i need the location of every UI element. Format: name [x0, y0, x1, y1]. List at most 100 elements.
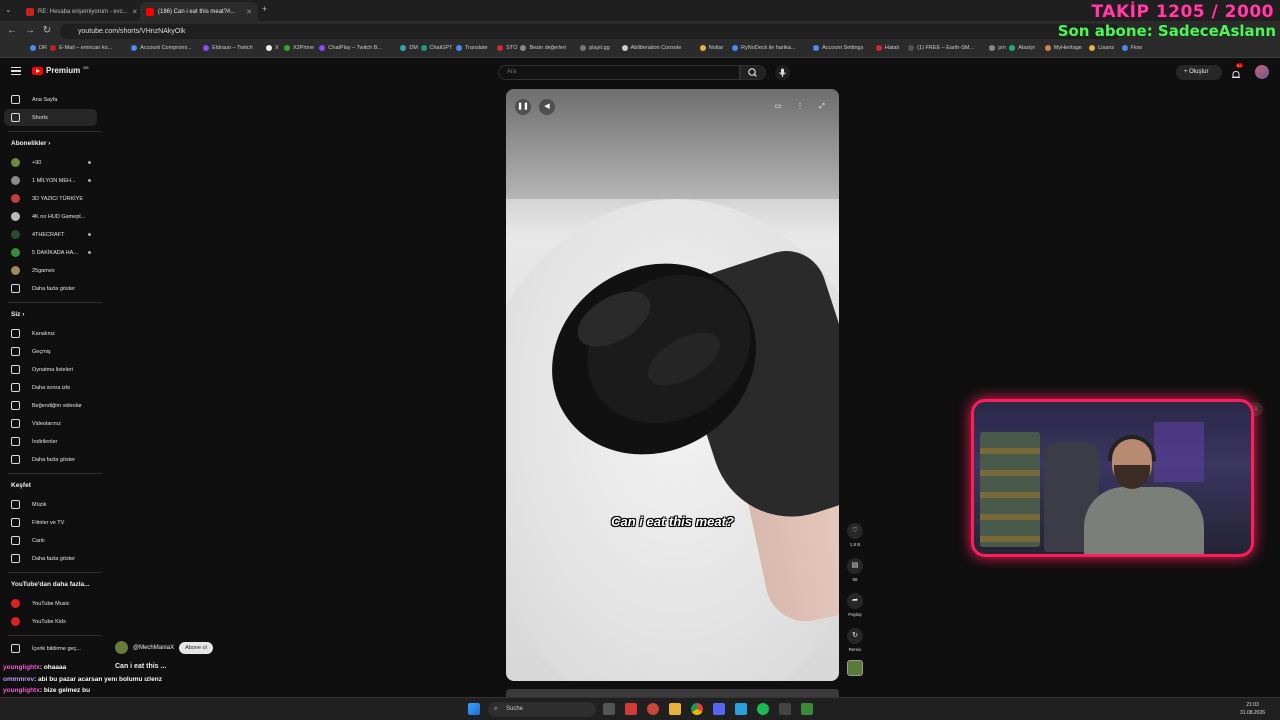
explore-header[interactable]: Keşfet [11, 482, 31, 489]
sidebar-item-download[interactable]: İndirilenler [4, 433, 97, 450]
search-button[interactable] [740, 65, 766, 80]
bookmark-item[interactable]: Alastyr [1009, 45, 1035, 51]
sidebar-item-youtube-music[interactable]: YouTube Music [4, 595, 97, 612]
like-icon[interactable]: ♡ [847, 523, 863, 539]
back-icon[interactable]: ← [6, 25, 18, 37]
youtube-logo[interactable]: Premium DE [32, 65, 89, 75]
sidebar-item-music[interactable]: Müzik [4, 496, 97, 513]
spotify-icon[interactable] [757, 703, 769, 715]
subscription-item[interactable]: 3D YAZICI TÜRKİYE [4, 190, 97, 207]
sidebar-item-watch-later[interactable]: Daha sonra izle [4, 379, 97, 396]
new-tab-icon[interactable]: + [262, 4, 267, 14]
telegram-icon[interactable] [735, 703, 747, 715]
app-icon[interactable] [801, 703, 813, 715]
notifications-bell-icon[interactable]: 9+ [1231, 63, 1243, 78]
bookmark-item[interactable]: (1) FREE – Earth-SM... [908, 45, 974, 51]
sidebar-item-channel[interactable]: Kanalınız [4, 325, 97, 342]
subscription-item[interactable]: 4K no HUD Gamepl... [4, 208, 97, 225]
sidebar-item-report[interactable]: İçerik bildirme geç... [4, 640, 97, 657]
show-more-explore[interactable]: Daha fazla göster [4, 550, 97, 567]
bookmark-item[interactable]: MyHeritage [1044, 45, 1082, 51]
address-bar[interactable]: youtube.com/shorts/VHnzNAkyOlk [60, 24, 1120, 39]
sidebar-item-shorts[interactable]: Shorts [4, 109, 97, 126]
file-explorer-icon[interactable] [669, 703, 681, 715]
search-input[interactable]: Ara [498, 65, 740, 80]
channel-name[interactable]: @MechManiaX [133, 645, 174, 651]
pause-icon[interactable]: ❚❚ [515, 99, 531, 115]
bookmark-item[interactable]: Lisans [1089, 45, 1114, 51]
sidebar-item-your-videos[interactable]: Videolarınız [4, 415, 97, 432]
forward-icon[interactable]: → [24, 25, 36, 37]
subscriptions-header[interactable]: Abonelikler › [11, 140, 50, 147]
show-more-you[interactable]: Daha fazla göster [4, 451, 97, 468]
system-clock[interactable]: 21:03 31.08.2026 [1240, 701, 1265, 717]
close-icon[interactable]: ✕ [132, 8, 138, 16]
voice-search-button[interactable] [775, 65, 790, 80]
bookmark-item[interactable]: playit.gg [580, 45, 610, 51]
avatar[interactable] [1255, 65, 1269, 79]
more-vert-icon[interactable]: ⋮ [792, 99, 808, 115]
bookmark-item[interactable]: Flow [1121, 45, 1142, 51]
app-icon[interactable] [647, 703, 659, 715]
bookmark-item[interactable]: pm [989, 45, 1006, 51]
bookmark-item[interactable]: Notlar [699, 45, 723, 51]
fullscreen-icon[interactable]: ⤢ [814, 99, 830, 115]
browser-tab-2[interactable]: (186) Can i eat this meat?#... ✕ [140, 2, 258, 21]
sidebar-item-home[interactable]: Ana Sayfa [4, 91, 97, 108]
channel-avatar[interactable] [115, 641, 128, 654]
bookmark-item[interactable]: Account Settings [813, 45, 863, 51]
app-icon[interactable] [779, 703, 791, 715]
subscription-item[interactable]: +90 [4, 154, 97, 171]
bookmark-item[interactable]: Account Compromi... [131, 45, 192, 51]
sidebar-item-youtube-kids[interactable]: YouTube Kids [4, 613, 97, 630]
share-icon[interactable]: ➦ [847, 593, 863, 609]
shorts-video-player[interactable]: Can i eat this meat? ❚❚ ◀ ▭ ⋮ ⤢ [506, 89, 839, 681]
sidebar-item-movies[interactable]: Filmler ve TV [4, 514, 97, 531]
create-button[interactable]: + Oluştur [1176, 65, 1222, 80]
bookmark-item[interactable]: X2Prime [283, 45, 314, 51]
bookmark-item[interactable]: Translate [455, 45, 488, 51]
bookmark-item[interactable]: ChatGPT [420, 45, 452, 51]
show-more-subscriptions[interactable]: Daha fazla göster [4, 280, 97, 297]
windows-start-icon[interactable] [468, 703, 480, 715]
sound-thumbnail[interactable] [847, 660, 863, 676]
sidebar-item-history[interactable]: Geçmiş [4, 343, 97, 360]
subscription-item[interactable]: 25games [4, 262, 97, 279]
bookmark-item[interactable]: Eldraun – Twitch [203, 45, 253, 51]
remix-action[interactable]: ↻ Remix [846, 628, 864, 652]
like-action[interactable]: ♡ 1,8 B [846, 523, 864, 547]
bookmark-item[interactable]: E-Mail – emircan ko... [50, 45, 112, 51]
captions-icon[interactable]: ▭ [770, 99, 786, 115]
bookmark-item[interactable]: DR [30, 45, 47, 51]
sidebar-item-like[interactable]: Beğendiğim videolar [4, 397, 97, 414]
share-action[interactable]: ➦ Paylaş [846, 593, 864, 617]
bookmark-item[interactable]: RyNoDeck ile harika... [732, 45, 795, 51]
menu-icon[interactable] [11, 67, 21, 75]
comment-icon[interactable]: ▤ [847, 558, 863, 574]
subscription-item[interactable]: 5 DAKİKADA HA... [4, 244, 97, 261]
app-icon[interactable] [625, 703, 637, 715]
subscribe-button[interactable]: Abone ol [179, 641, 213, 654]
sidebar-item-playlist[interactable]: Oynatma listeleri [4, 361, 97, 378]
remix-icon[interactable]: ↻ [847, 628, 863, 644]
reload-icon[interactable]: ↻ [41, 25, 53, 37]
bookmark-item[interactable]: Hatalı [875, 45, 899, 51]
you-header[interactable]: Siz › [11, 311, 24, 318]
close-icon[interactable]: ✕ [246, 8, 252, 16]
subscription-item[interactable]: 4THECRAFT [4, 226, 97, 243]
sidebar-item-live[interactable]: Canlı [4, 532, 97, 549]
bookmark-item[interactable]: ChatPlay – Twitch B... [319, 45, 382, 51]
browser-tab-1[interactable]: RE: Hesaba erişemiyorum - evc... ✕ [20, 2, 138, 21]
more-from-youtube-header[interactable]: YouTube'dan daha fazla... [11, 581, 90, 588]
next-short-peek[interactable] [506, 689, 839, 697]
bookmark-item[interactable]: DM [400, 45, 418, 51]
taskbar-search[interactable]: ⌕ Suche [488, 702, 596, 717]
bookmark-item[interactable]: Besin değerleri [520, 45, 566, 51]
tab-search-icon[interactable]: ⌄ [5, 5, 12, 14]
task-view-icon[interactable] [603, 703, 615, 715]
bookmark-item[interactable]: Ablitteration Console [621, 45, 681, 51]
volume-icon[interactable]: ◀ [539, 99, 555, 115]
bookmark-item[interactable]: STO [497, 45, 518, 51]
comment-action[interactable]: ▤ 58 [846, 558, 864, 582]
discord-icon[interactable] [713, 703, 725, 715]
